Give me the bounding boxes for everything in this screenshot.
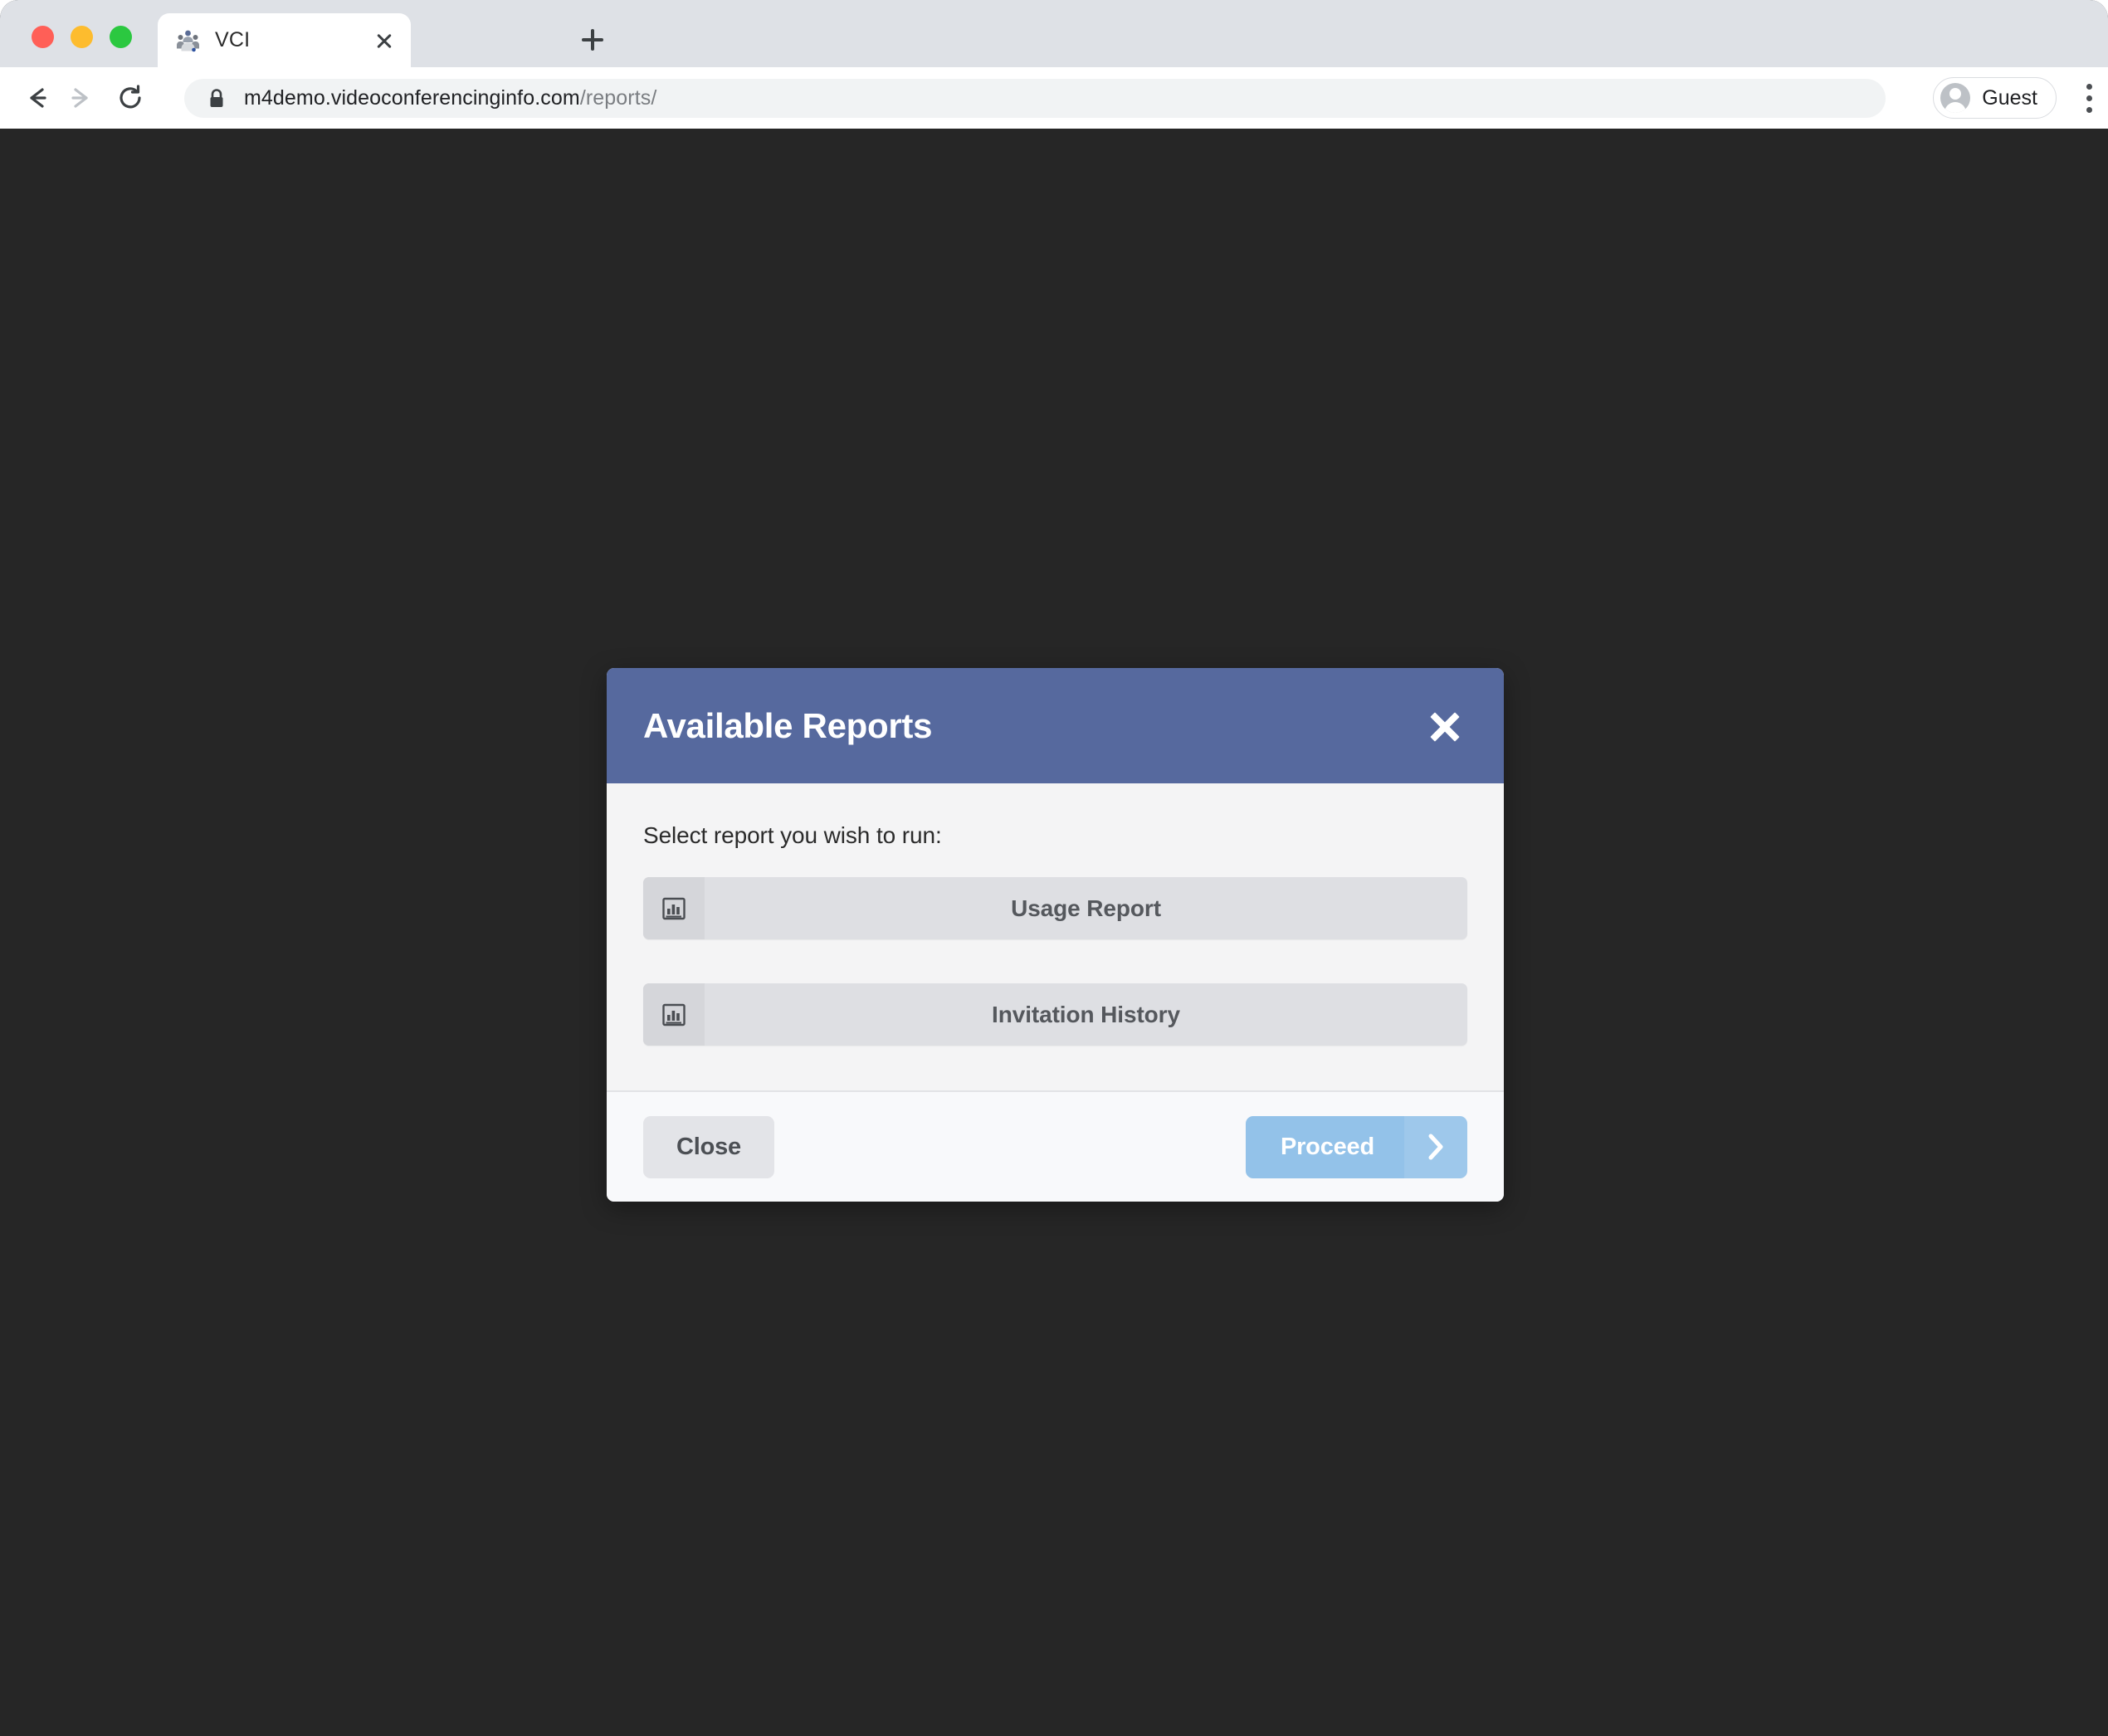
tab-strip: VCI (0, 0, 2108, 67)
back-button[interactable] (19, 80, 56, 116)
bar-chart-icon (643, 983, 705, 1046)
browser-toolbar: m4demo.videoconferencinginfo.com/reports… (0, 67, 2108, 129)
url-path: /reports/ (579, 86, 657, 110)
proceed-button-label: Proceed (1280, 1133, 1374, 1160)
url-domain: m4demo.videoconferencinginfo.com (244, 86, 580, 110)
dialog-header: Available Reports (607, 668, 1504, 783)
report-option-invitation-history[interactable]: Invitation History (643, 983, 1467, 1046)
dialog-title: Available Reports (643, 705, 933, 745)
report-option-usage-report[interactable]: Usage Report (643, 877, 1467, 939)
kebab-menu-icon[interactable] (2086, 84, 2093, 113)
available-reports-dialog: Available Reports Select report you wish… (607, 668, 1504, 1202)
tab-close-icon[interactable] (368, 24, 401, 57)
tab-title: VCI (215, 28, 251, 51)
chevron-right-icon (1404, 1115, 1467, 1178)
window-maximize-button[interactable] (110, 26, 132, 48)
report-option-label: Usage Report (1011, 895, 1161, 921)
window-traffic-lights (32, 26, 132, 48)
browser-window: VCI m4demo.videoconferencinginfo.com/rep… (0, 0, 2108, 1736)
profile-name: Guest (1982, 85, 2037, 110)
new-tab-button[interactable] (573, 20, 612, 60)
close-icon[interactable] (1422, 704, 1467, 749)
window-close-button[interactable] (32, 26, 54, 48)
window-minimize-button[interactable] (71, 26, 93, 48)
url-text: m4demo.videoconferencinginfo.com/reports… (244, 86, 656, 110)
dialog-footer: Close Proceed (607, 1090, 1504, 1202)
lock-icon (207, 88, 226, 110)
dialog-body: Select report you wish to run: Usage Rep… (607, 783, 1504, 1090)
address-bar[interactable]: m4demo.videoconferencinginfo.com/reports… (184, 79, 1886, 118)
people-group-icon (176, 28, 200, 52)
forward-button[interactable] (62, 80, 99, 116)
user-avatar-icon (1940, 83, 1971, 113)
profile-button[interactable]: Guest (1933, 77, 2057, 119)
report-option-label: Invitation History (992, 1001, 1180, 1027)
proceed-button[interactable]: Proceed (1245, 1115, 1467, 1178)
close-button[interactable]: Close (643, 1115, 774, 1178)
browser-tab[interactable]: VCI (158, 13, 411, 67)
dialog-instruction: Select report you wish to run: (643, 822, 942, 848)
bar-chart-icon (643, 877, 705, 939)
reload-button[interactable] (112, 80, 149, 116)
